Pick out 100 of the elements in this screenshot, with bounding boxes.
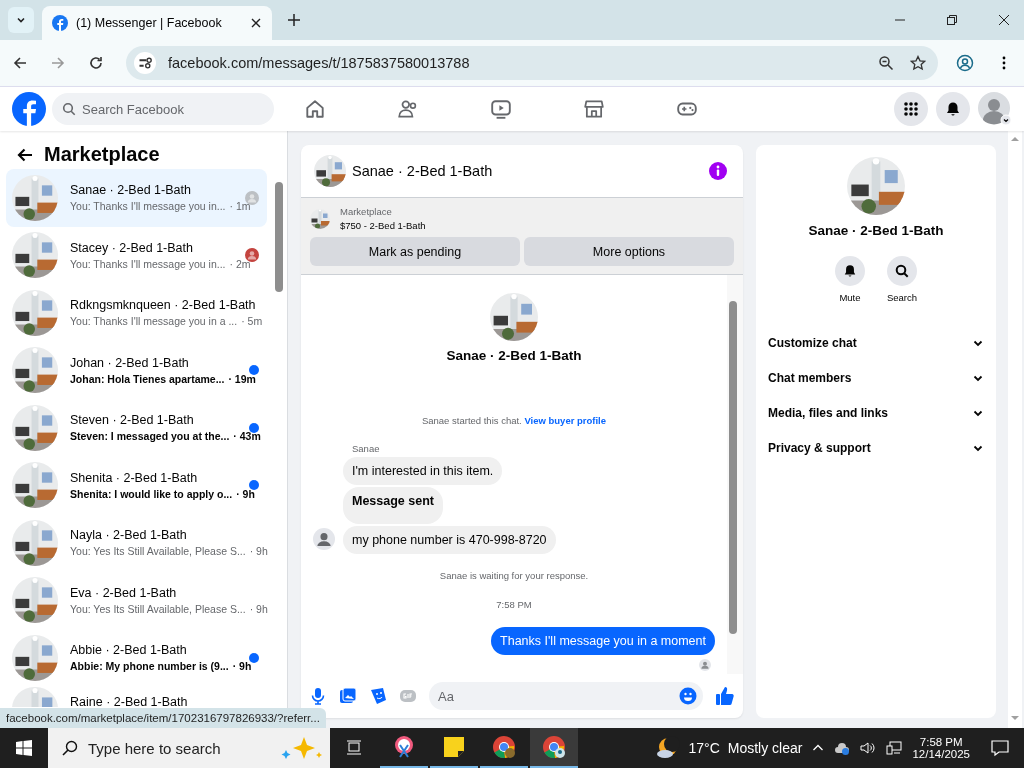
conversation-name: Abbie · 2-Bed 1-Bath bbox=[70, 643, 188, 658]
scrollbar[interactable] bbox=[1008, 131, 1022, 728]
conversation-item[interactable]: Rdkngsmknqueen · 2-Bed 1-Bath You: Thanks I'll message you in a ... · 5m bbox=[6, 284, 267, 342]
clock-date: 12/14/2025 bbox=[912, 748, 970, 760]
home-icon[interactable] bbox=[304, 98, 326, 120]
bell-icon bbox=[842, 264, 857, 278]
grid-icon bbox=[903, 101, 919, 117]
message-preview: Steven: I messaged you at the... bbox=[70, 430, 230, 443]
friends-icon[interactable] bbox=[397, 98, 419, 120]
sticky-note-icon bbox=[442, 735, 466, 759]
message-bubble: I'm interested in this item. bbox=[343, 457, 503, 485]
action-label: Search bbox=[886, 292, 918, 303]
chat-start-notice: Sanae started this chat. View buyer profile bbox=[421, 415, 607, 426]
message-input[interactable]: Aa bbox=[429, 682, 703, 710]
apps-menu-button[interactable] bbox=[894, 92, 928, 126]
conversation-item[interactable]: Sanae · 2-Bed 1-Bath You: Thanks I'll message you in... · 1m bbox=[6, 169, 267, 227]
details-section[interactable]: Privacy & support bbox=[768, 430, 984, 465]
search-field[interactable]: Search Facebook bbox=[52, 93, 274, 125]
seen-avatar-icon bbox=[699, 659, 711, 671]
speaker-icon[interactable] bbox=[860, 740, 877, 756]
message-preview: Abbie: My phone number is (9... bbox=[70, 660, 229, 673]
message-bubble: Message sent bbox=[343, 487, 443, 524]
message-timestamp: 7:58 PM bbox=[496, 599, 532, 610]
taskbar-app[interactable] bbox=[530, 728, 578, 768]
info-icon[interactable] bbox=[709, 162, 727, 180]
scrollbar[interactable] bbox=[727, 275, 743, 674]
profile-icon[interactable] bbox=[956, 54, 974, 72]
video-icon[interactable] bbox=[490, 98, 512, 120]
action-label: Mute bbox=[839, 292, 861, 303]
link-status-bubble: facebook.com/marketplace/item/1702316797826933/?referr... bbox=[0, 708, 326, 728]
details-section[interactable]: Chat members bbox=[768, 360, 984, 395]
inbox-title: Marketplace bbox=[44, 143, 160, 166]
scroll-down-icon[interactable] bbox=[1011, 714, 1019, 722]
store-icon[interactable] bbox=[583, 98, 605, 120]
conversation-item[interactable]: Eva · 2-Bed 1-Bath You: Yes Its Still Available, Please S... · 9h bbox=[6, 571, 267, 629]
restore-icon[interactable] bbox=[946, 14, 958, 26]
account-avatar-icon[interactable] bbox=[978, 92, 1012, 126]
message-time: · 19m bbox=[228, 372, 256, 385]
url-text: facebook.com/messages/t/1875837580013788 bbox=[168, 55, 470, 71]
windows-start-icon[interactable] bbox=[16, 740, 32, 756]
chat-title: Sanae · 2-Bed 1-Bath bbox=[352, 163, 493, 179]
message-time: · 43m bbox=[233, 430, 261, 443]
conversation-item[interactable]: Shenita · 2-Bed 1-Bath Shenita: I would like to apply o... · 9h bbox=[6, 456, 267, 514]
scroll-up-icon[interactable] bbox=[1011, 135, 1019, 143]
address-bar[interactable]: facebook.com/messages/t/1875837580013788 bbox=[126, 46, 938, 80]
clock-time: 7:58 PM bbox=[919, 736, 963, 748]
facebook-logo-icon[interactable] bbox=[12, 92, 46, 126]
browser-tab[interactable]: (1) Messenger | Facebook bbox=[42, 6, 272, 40]
new-tab-icon[interactable] bbox=[287, 13, 301, 27]
message-time: · 2m bbox=[229, 257, 251, 270]
conversation-name: Steven · 2-Bed 1-Bath bbox=[70, 413, 195, 428]
conversation-item[interactable]: Steven · 2-Bed 1-Bath Steven: I messaged you at the... · 43m bbox=[6, 399, 267, 457]
microphone-icon[interactable] bbox=[309, 687, 327, 705]
listing-action-button[interactable]: More options bbox=[524, 237, 734, 266]
conversation-item[interactable]: Stacey · 2-Bed 1-Bath You: Thanks I'll message you in... · 2m bbox=[6, 226, 267, 284]
conversation-item[interactable]: Nayla · 2-Bed 1-Bath You: Yes Its Still Available, Please S... · 9h bbox=[6, 514, 267, 572]
tab-title: (1) Messenger | Facebook bbox=[76, 16, 223, 30]
thumbs-up-icon[interactable] bbox=[715, 686, 735, 706]
contact-action-button[interactable] bbox=[887, 256, 917, 286]
site-settings-icon[interactable] bbox=[134, 52, 156, 74]
close-icon[interactable] bbox=[998, 14, 1010, 26]
message-preview: You: Yes Its Still Available, Please S... bbox=[70, 602, 246, 615]
notifications-button[interactable] bbox=[936, 92, 970, 126]
details-section[interactable]: Customize chat bbox=[768, 325, 984, 360]
conversation-name: Stacey · 2-Bed 1-Bath bbox=[70, 240, 194, 255]
star-icon[interactable] bbox=[910, 55, 926, 71]
contact-name: Sanae · 2-Bed 1-Bath bbox=[808, 223, 944, 238]
details-section[interactable]: Media, files and links bbox=[768, 395, 984, 430]
conversation-item[interactable]: Johan · 2-Bed 1-Bath Johan: Hola Tienes apartame... · 19m bbox=[6, 341, 267, 399]
emoji-icon[interactable] bbox=[679, 687, 697, 705]
conversation-item[interactable]: Abbie · 2-Bed 1-Bath Abbie: My phone number is (9... · 9h bbox=[6, 629, 267, 687]
view-buyer-profile-link[interactable]: View buyer profile bbox=[524, 415, 607, 426]
network-icon[interactable] bbox=[886, 740, 903, 756]
message-time: · 9h bbox=[249, 602, 268, 615]
search-icon bbox=[895, 264, 909, 278]
task-view-icon[interactable] bbox=[346, 740, 362, 756]
contact-action-button[interactable] bbox=[834, 256, 865, 286]
reload-icon[interactable] bbox=[88, 55, 104, 71]
conversation-name: Eva · 2-Bed 1-Bath bbox=[70, 585, 178, 600]
sender-name: Sanae bbox=[352, 443, 380, 454]
scrollbar-thumb[interactable] bbox=[729, 301, 737, 634]
listing-action-button[interactable]: Mark as pending bbox=[310, 237, 520, 266]
chat-intro-name: Sanae · 2-Bed 1-Bath bbox=[446, 348, 582, 363]
taskbar-search-field[interactable]: Type here to search bbox=[48, 728, 330, 768]
notification-icon[interactable] bbox=[990, 738, 1010, 758]
message-bubble: Thanks I'll message you in a moment bbox=[491, 627, 715, 655]
forward-icon[interactable] bbox=[50, 55, 66, 71]
photo-icon[interactable] bbox=[339, 687, 357, 705]
zoom-icon[interactable] bbox=[878, 55, 894, 71]
message-time: · 9h bbox=[236, 487, 255, 500]
message-preview: Shenita: I would like to apply o... bbox=[70, 487, 233, 500]
message-preview: You: Thanks I'll message you in... bbox=[70, 257, 226, 270]
back-icon[interactable] bbox=[12, 55, 28, 71]
listing-title: $750 - 2-Bed 1-Bath bbox=[340, 220, 426, 231]
conversation-name: Sanae · 2-Bed 1-Bath bbox=[70, 183, 192, 198]
sticker-icon[interactable] bbox=[369, 687, 387, 705]
conversation-name: Johan · 2-Bed 1-Bath bbox=[70, 355, 190, 370]
close-icon[interactable] bbox=[250, 17, 262, 29]
cloud-icon[interactable] bbox=[834, 740, 851, 756]
scrollbar-thumb[interactable] bbox=[275, 182, 283, 292]
